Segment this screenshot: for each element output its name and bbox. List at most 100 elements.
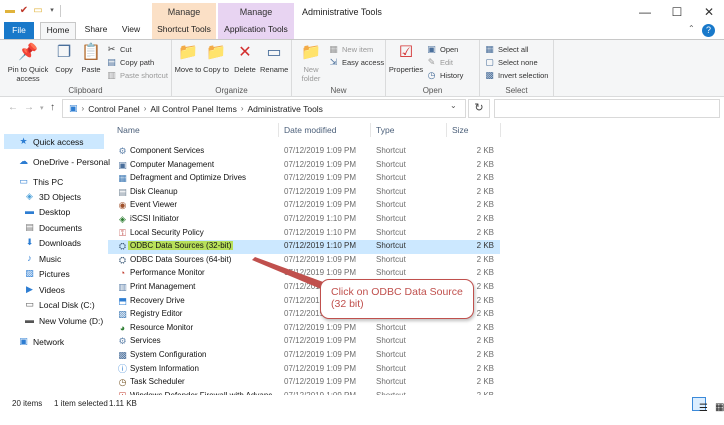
properties-icon[interactable]: ✔ [18, 5, 30, 17]
tab-application-tools[interactable]: Application Tools [218, 22, 294, 39]
delete-button[interactable]: ✕ Delete [232, 43, 258, 74]
file-date: 07/12/2019 1:10 PM [284, 241, 357, 251]
properties-button[interactable]: ☑ Properties [388, 43, 424, 74]
details-view-button[interactable]: ☰ [692, 397, 708, 414]
close-button[interactable]: ✕ [694, 3, 724, 21]
customize-toolbar-icon[interactable]: ▾ [46, 5, 58, 17]
refresh-button[interactable]: ↻ [468, 99, 490, 118]
file-date: 07/12/2019 1:09 PM [284, 377, 357, 387]
history-label: History [440, 70, 464, 80]
select-group: ▦ Select all ▢ Select none ▩ Invert sele… [480, 40, 554, 97]
cut-label: Cut [120, 44, 132, 54]
column-type[interactable]: Type [376, 125, 394, 135]
file-row[interactable]: ⚙ Component Services 07/12/2019 1:09 PM Sho… [108, 145, 500, 159]
rename-button[interactable]: ▭ Rename [260, 43, 288, 74]
tab-view[interactable]: View [116, 22, 146, 39]
nav-downloads[interactable]: ⬇ Downloads [24, 235, 81, 250]
file-row[interactable]: ⓘ System Information 07/12/2019 1:09 PM Sho… [108, 363, 500, 377]
column-divider[interactable] [278, 123, 279, 137]
move-to-icon: 📁 [178, 44, 198, 61]
column-name[interactable]: Name [117, 125, 140, 135]
edit-label: Edit [440, 57, 453, 67]
pin-quick-access-button[interactable]: 📌 Pin to Quick access [4, 43, 52, 83]
nav-videos[interactable]: ▶ Videos [24, 282, 65, 297]
address-bar[interactable]: ▣ › Control Panel › All Control Panel It… [62, 99, 466, 118]
file-row[interactable]: ▤ Disk Cleanup 07/12/2019 1:09 PM Shortcut 2… [108, 186, 500, 200]
file-row[interactable]: ⛭ ODBC Data Sources (64-bit) 07/12/2019 1:… [108, 254, 500, 268]
nav-onedrive-label: OneDrive - Personal [33, 156, 111, 167]
maximize-button[interactable]: ☐ [662, 3, 692, 21]
tab-shortcut-tools[interactable]: Shortcut Tools [152, 22, 216, 39]
file-row[interactable]: ⚙ Services 07/12/2019 1:09 PM Shortcut 2 KB [108, 335, 500, 349]
new-folder-icon[interactable]: ▭ [32, 5, 44, 17]
cut-button[interactable]: ✂ Cut [106, 43, 132, 55]
nav-local-disk[interactable]: ▭ Local Disk (C:) [24, 297, 95, 312]
copy-to-button[interactable]: 📁 Copy to [202, 43, 230, 74]
move-to-button[interactable]: 📁 Move to [174, 43, 202, 74]
select-none-button[interactable]: ▢ Select none [484, 56, 537, 68]
easy-access-button[interactable]: ⇲ Easy access [328, 56, 384, 68]
breadcrumb-all-items[interactable]: All Control Panel Items [150, 104, 236, 114]
file-size: 2 KB [476, 377, 494, 387]
paste-shortcut-button[interactable]: ▥ Paste shortcut [106, 69, 168, 81]
breadcrumb-control-panel[interactable]: Control Panel [88, 104, 140, 114]
history-button[interactable]: ◷ History [426, 69, 464, 81]
collapse-ribbon-icon[interactable]: ⌃ [688, 24, 695, 33]
column-divider[interactable] [446, 123, 447, 137]
file-row[interactable]: ⛭ ODBC Data Sources (32-bit) 07/12/2019 1:… [108, 240, 500, 254]
help-icon[interactable]: ? [702, 24, 715, 37]
ribbon-tabs: File Home Share View Shortcut Tools Appl… [0, 22, 724, 40]
file-row[interactable]: ▦ Defragment and Optimize Drives 07/12/201… [108, 172, 500, 186]
new-folder-button[interactable]: 📁 New folder [296, 43, 326, 83]
paste-button[interactable]: 📋 Paste [78, 43, 104, 74]
copy-path-button[interactable]: ▤ Copy path [106, 56, 154, 68]
select-all-button[interactable]: ▦ Select all [484, 43, 528, 55]
scissors-icon: ✂ [107, 43, 116, 54]
edit-button[interactable]: ✎ Edit [426, 56, 453, 68]
new-item-button[interactable]: ▦ New item [328, 43, 373, 55]
nav-desktop[interactable]: ▬ Desktop [24, 204, 70, 219]
nav-network[interactable]: ▣ Network [18, 334, 64, 349]
forward-arrow-icon[interactable]: → [24, 102, 34, 113]
column-size[interactable]: Size [452, 125, 469, 135]
column-divider[interactable] [370, 123, 371, 137]
nav-music[interactable]: ♪ Music [24, 251, 61, 266]
nav-documents[interactable]: ▤ Documents [24, 220, 82, 235]
file-row[interactable]: ▣ Computer Management 07/12/2019 1:09 PM Sh… [108, 159, 500, 173]
invert-selection-button[interactable]: ▩ Invert selection [484, 69, 548, 81]
recent-locations-icon[interactable]: ▾ [40, 104, 44, 112]
open-button[interactable]: ▣ Open [426, 43, 458, 55]
up-arrow-icon[interactable]: ↑ [50, 102, 55, 113]
file-name: Local Security Policy [130, 227, 204, 237]
properties-check-icon: ☑ [398, 44, 414, 61]
shortcut-icon: ▧ [118, 309, 127, 320]
column-date-modified[interactable]: Date modified [284, 125, 336, 135]
file-date: 07/12/2019 1:09 PM [284, 322, 357, 332]
file-row[interactable]: ◷ Task Scheduler 07/12/2019 1:09 PM Shortcu… [108, 376, 500, 390]
file-row[interactable]: ◈ iSCSI Initiator 07/12/2019 1:10 PM Shortc… [108, 213, 500, 227]
column-divider[interactable] [500, 123, 501, 137]
file-type: Shortcut [376, 186, 406, 196]
nav-onedrive[interactable]: ☁ OneDrive - Personal [18, 154, 110, 169]
search-input[interactable] [494, 99, 720, 118]
minimize-button[interactable]: — [630, 3, 660, 21]
tab-share[interactable]: Share [80, 22, 112, 39]
file-row[interactable]: ▩ System Configuration 07/12/2019 1:09 PM S… [108, 349, 500, 363]
copy-button[interactable]: ❐ Copy [52, 43, 76, 74]
nav-new-volume[interactable]: ▬ New Volume (D:) [24, 313, 103, 328]
tab-file[interactable]: File [4, 22, 34, 39]
address-history-chevron-icon[interactable]: ⌄ [450, 101, 457, 110]
file-row[interactable]: ⚿ Local Security Policy 07/12/2019 1:10 PM… [108, 227, 500, 241]
nav-this-pc[interactable]: ▭ This PC [18, 174, 63, 189]
open-group-label: Open [422, 86, 443, 95]
nav-3d-objects[interactable]: ◈ 3D Objects [24, 189, 81, 204]
tab-home[interactable]: Home [40, 22, 76, 40]
back-arrow-icon[interactable]: ← [8, 102, 18, 113]
breadcrumb-admin-tools[interactable]: Administrative Tools [248, 104, 323, 114]
large-icons-view-button[interactable]: ▦ [708, 397, 724, 413]
file-row[interactable]: ◕ Resource Monitor 07/12/2019 1:09 PM Short… [108, 322, 500, 336]
paste-icon: 📋 [81, 44, 101, 61]
nav-quick-access[interactable]: ★ Quick access [4, 134, 104, 149]
nav-pictures[interactable]: ▨ Pictures [24, 266, 69, 281]
file-row[interactable]: ◉ Event Viewer 07/12/2019 1:09 PM Shortcut 2… [108, 199, 500, 213]
